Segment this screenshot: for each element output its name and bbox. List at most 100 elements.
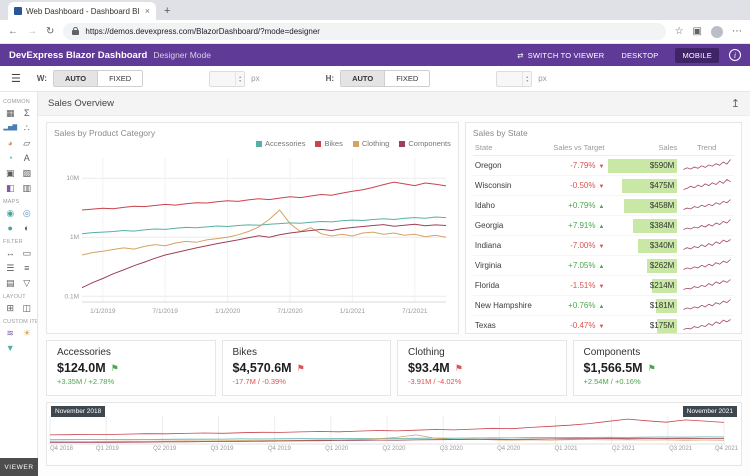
svg-text:7/1/2021: 7/1/2021 — [402, 308, 428, 315]
grid-icon[interactable]: ▦ — [3, 107, 18, 120]
address-bar[interactable]: https://demos.devexpress.com/BlazorDashb… — [63, 23, 666, 40]
tab-container-icon[interactable]: ◫ — [19, 302, 34, 315]
scatter-chart-icon[interactable]: ∴ — [19, 122, 34, 135]
pivot-icon[interactable]: Σ — [19, 107, 34, 120]
info-icon[interactable]: i — [729, 49, 741, 61]
state-row[interactable]: Idaho +0.79% ▲ $458M — [472, 195, 734, 216]
range-axis-label: Q2 2021 — [611, 446, 635, 452]
geo-point-map-icon[interactable]: ◎ — [19, 207, 34, 220]
sales-by-state-panel[interactable]: Sales by State State Sales vs Target Sal… — [464, 122, 742, 334]
group-icon[interactable]: ⊞ — [3, 302, 18, 315]
bound-image-icon[interactable]: ▨ — [19, 167, 34, 180]
dashboard-title-bar: Sales Overview ↥ — [38, 92, 750, 116]
state-row[interactable]: New Hampshire +0.76% ▲ $181M — [472, 295, 734, 316]
col-header-trend[interactable]: Trend — [679, 140, 734, 156]
sales-bar-cell: $262M — [608, 258, 678, 273]
date-filter-icon[interactable]: ▤ — [3, 277, 18, 290]
width-fixed-button[interactable]: FIXED — [97, 71, 143, 86]
state-panel-title: Sales by State — [472, 128, 528, 138]
col-header-sales-vs-target[interactable]: Sales vs Target — [543, 140, 607, 156]
svg-text:1/1/2019: 1/1/2019 — [90, 308, 116, 315]
profile-avatar[interactable] — [711, 25, 723, 38]
kpi-title: Accessories — [57, 347, 111, 358]
hamburger-menu-icon[interactable]: ☰ — [11, 72, 21, 85]
state-row[interactable]: Indiana -7.00% ▼ $340M — [472, 235, 734, 256]
favorites-star-icon[interactable]: ☆ — [675, 26, 684, 37]
sidebar-section-label: COMMON — [3, 99, 30, 105]
spin-down-icon[interactable]: ▾ — [526, 78, 528, 83]
image-icon[interactable]: ▣ — [3, 167, 18, 180]
range-filter-panel[interactable]: November 2018 November 2021 Q4 2018 Q1 20… — [46, 402, 742, 466]
export-icon[interactable]: ↥ — [731, 97, 740, 110]
range-filter-chart[interactable] — [49, 415, 725, 445]
kpi-card-accessories[interactable]: Accessories $124.0M ⚑ +3.35M / +2.78% — [46, 340, 216, 396]
back-icon[interactable]: ← — [8, 26, 18, 37]
list-box-icon[interactable]: ☰ — [3, 262, 18, 275]
range-end-badge[interactable]: November 2021 — [682, 406, 737, 417]
state-row[interactable]: Wisconsin -0.50% ▼ $475M — [472, 175, 734, 196]
chart-icon[interactable]: ▂▅▇ — [3, 122, 18, 135]
pie-map-icon[interactable]: ◐ — [19, 222, 34, 235]
bubble-map-icon[interactable]: ● — [3, 222, 18, 235]
refresh-icon[interactable]: ↻ — [46, 26, 54, 37]
range-axis-label: Q3 2019 — [210, 446, 234, 452]
col-header-sales[interactable]: Sales — [606, 140, 680, 156]
col-header-state[interactable]: State — [472, 140, 544, 156]
svg-text:7/1/2020: 7/1/2020 — [277, 308, 303, 315]
kpi-title: Clothing — [408, 347, 445, 358]
state-name-cell: New Hampshire — [472, 295, 544, 316]
range-filter-icon[interactable]: ↔ — [3, 247, 18, 260]
pies-icon[interactable]: ◕ — [3, 137, 18, 150]
kpi-card-bikes[interactable]: Bikes $4,570.6M ⚑ -17.7M / -0.39% — [221, 340, 391, 396]
state-name-cell: Idaho — [472, 195, 544, 216]
viewer-tab-button[interactable]: VIEWER — [0, 458, 38, 476]
range-start-badge[interactable]: November 2018 — [51, 406, 106, 417]
funnel-icon[interactable]: ▼ — [3, 342, 18, 355]
filter-elements-icon[interactable]: ▥ — [19, 182, 34, 195]
state-row[interactable]: Georgia +7.91% ▲ $384M — [472, 215, 734, 236]
sankey-icon[interactable]: ≋ — [3, 327, 18, 340]
state-row[interactable]: Texas -0.47% ▼ $175M — [472, 315, 734, 333]
sunburst-icon[interactable]: ☀ — [19, 327, 34, 340]
sales-bar-cell: $175M — [608, 318, 678, 333]
filter-icon[interactable]: ▽ — [19, 277, 34, 290]
sales-value: $181M — [649, 300, 675, 310]
cards-icon[interactable]: ▱ — [19, 137, 34, 150]
sales-cell: $262M — [606, 255, 680, 276]
tree-view-icon[interactable]: ≡ — [19, 262, 34, 275]
sales-by-category-panel[interactable]: Sales by Product Category Accessories Bik… — [46, 122, 459, 334]
choropleth-map-icon[interactable]: ◉ — [3, 207, 18, 220]
height-input[interactable]: ▴ ▾ — [496, 70, 533, 87]
up-triangle-icon: ▲ — [598, 224, 605, 230]
browser-tab[interactable]: Web Dashboard - Dashboard Bl × — [8, 2, 156, 20]
browser-menu-icon[interactable]: ⋯ — [732, 26, 742, 37]
gauges-icon[interactable]: ◔ — [3, 152, 18, 165]
kpi-card-clothing[interactable]: Clothing $93.4M ⚑ -3.91M / -4.02% — [397, 340, 567, 396]
width-auto-button[interactable]: AUTO — [53, 71, 98, 86]
height-auto-button[interactable]: AUTO — [341, 71, 385, 86]
state-row[interactable]: Oregon -7.79% ▼ $590M — [472, 155, 734, 176]
combo-box-icon[interactable]: ▭ — [19, 247, 34, 260]
switch-to-viewer-button[interactable]: ⇄ SWITCH TO VIEWER — [517, 51, 604, 60]
desktop-button[interactable]: DESKTOP — [614, 48, 665, 63]
collections-icon[interactable]: ▣ — [693, 26, 702, 37]
category-line-chart[interactable]: 1/1/2019 7/1/2019 1/1/2020 7/1/2020 1/1/2021… — [54, 150, 451, 318]
width-input[interactable]: ▴ ▾ — [209, 70, 246, 87]
flag-icon: ⚑ — [296, 362, 305, 373]
state-row[interactable]: Virginia +7.05% ▲ $262M — [472, 255, 734, 276]
height-fixed-button[interactable]: FIXED — [384, 71, 430, 86]
app-mode-label: Designer Mode — [153, 50, 211, 60]
state-row[interactable]: Florida -1.51% ▼ $214M — [472, 275, 734, 296]
tab-close-icon[interactable]: × — [145, 6, 150, 16]
mobile-button[interactable]: MOBILE — [675, 47, 719, 63]
text-box-icon[interactable]: A — [19, 152, 34, 165]
kpi-card-components[interactable]: Components $1,566.5M ⚑ +2.54M / +0.16% — [572, 340, 742, 396]
forward-icon[interactable]: → — [27, 26, 37, 37]
new-tab-button[interactable]: + — [164, 6, 170, 17]
range-axis-label: Q4 2019 — [267, 446, 291, 452]
state-name-cell: Texas — [472, 315, 544, 333]
down-triangle-icon: ▼ — [598, 244, 605, 250]
spin-down-icon[interactable]: ▾ — [239, 78, 241, 83]
range-axis-label: Q4 2020 — [497, 446, 521, 452]
treemap-icon[interactable]: ◧ — [3, 182, 18, 195]
